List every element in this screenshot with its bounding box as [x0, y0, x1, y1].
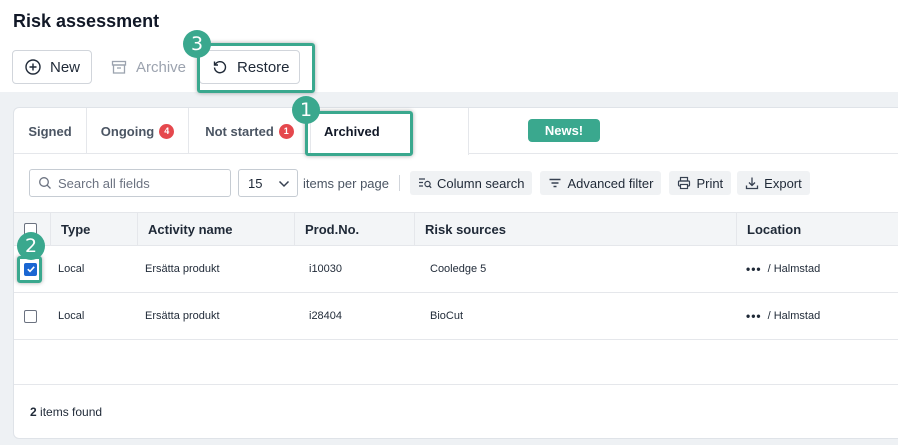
archive-button-label: Archive — [136, 58, 187, 76]
printer-icon — [677, 176, 691, 190]
new-button-label: New — [50, 58, 81, 76]
column-label: Prod.No. — [305, 222, 360, 237]
print-label: Print — [696, 175, 724, 191]
count-badge: 4 — [159, 123, 175, 139]
table-header: Type Activity name Prod.No. Risk sources… — [14, 212, 898, 246]
search-icon — [38, 176, 52, 190]
tab-archived[interactable]: Archived — [311, 108, 469, 155]
location-label: / Halmstad — [767, 263, 821, 275]
cell-prod-no: i28404 — [309, 310, 343, 322]
toolbar: New Archive Restore — [12, 50, 300, 85]
per-page-select[interactable]: 15 — [238, 169, 298, 197]
search-placeholder: Search all fields — [58, 175, 150, 191]
step-1-marker: 1 — [292, 96, 320, 124]
column-header-prod-no[interactable]: Prod.No. — [294, 213, 414, 246]
column-label: Type — [61, 222, 91, 237]
tab-label: Signed — [28, 123, 72, 139]
location-path-dots[interactable]: ••• — [746, 309, 762, 323]
step-3-marker: 3 — [183, 30, 211, 58]
cell-risk-sources: Cooledge 5 — [430, 263, 487, 275]
check-icon — [26, 266, 35, 273]
export-button[interactable]: Export — [737, 171, 810, 195]
column-search-label: Column search — [437, 175, 525, 191]
export-label: Export — [764, 175, 802, 191]
cell-prod-no: i10030 — [309, 263, 343, 275]
plus-circle-icon — [25, 59, 41, 75]
row-checkbox[interactable] — [24, 262, 37, 276]
column-label: Risk sources — [425, 222, 506, 237]
column-header-location[interactable]: Location — [736, 213, 898, 246]
news-badge[interactable]: News! — [528, 119, 600, 142]
tab-label: Archived — [324, 124, 380, 139]
cell-activity[interactable]: Ersätta produkt — [145, 293, 220, 339]
page-title: Risk assessment — [13, 11, 160, 31]
search-input[interactable]: Search all fields — [29, 169, 231, 197]
column-header-type[interactable]: Type — [50, 213, 137, 246]
status-tabs: Signed Ongoing 4 Not started 1 Archived — [14, 108, 898, 155]
tab-signed[interactable]: Signed — [14, 108, 87, 154]
column-search-icon — [418, 176, 432, 190]
restore-button-label: Restore — [237, 58, 290, 76]
tab-label: Ongoing — [100, 123, 155, 139]
cell-type: Local — [58, 310, 85, 322]
column-label: Activity name — [148, 222, 233, 237]
row-select-cell — [24, 293, 37, 339]
location-label: / Halmstad — [767, 310, 821, 322]
archive-button[interactable]: Archive — [98, 50, 189, 84]
divider — [399, 175, 400, 191]
restore-button[interactable]: Restore — [199, 50, 300, 84]
archive-box-icon — [111, 59, 127, 75]
advanced-filter-button[interactable]: Advanced filter — [540, 171, 662, 195]
tab-label: Not started — [205, 123, 274, 139]
table-row[interactable]: Local Ersätta produkt i10030 Cooledge 5 … — [14, 246, 898, 293]
location-path-dots[interactable]: ••• — [746, 262, 762, 276]
cell-location: ••• / Halmstad — [746, 246, 820, 292]
new-button[interactable]: New — [12, 50, 92, 84]
column-header-risk-sources[interactable]: Risk sources — [414, 213, 736, 246]
per-page-value: 15 — [248, 175, 263, 191]
print-button[interactable]: Print — [669, 171, 732, 195]
items-found-label: items found — [40, 405, 103, 419]
cell-location: ••• / Halmstad — [746, 293, 820, 339]
step-2-marker: 2 — [17, 232, 45, 260]
column-label: Location — [747, 222, 802, 237]
cell-type: Local — [58, 263, 85, 275]
footer-divider — [14, 384, 898, 385]
items-found-text: 2 items found — [30, 405, 102, 419]
per-page-label: items per page — [303, 175, 389, 191]
download-icon — [745, 176, 759, 190]
cell-activity[interactable]: Ersätta produkt — [145, 246, 220, 292]
filter-bar: Search all fields 15 items per page Colu… — [29, 169, 818, 197]
items-count: 2 — [30, 405, 37, 419]
restore-icon — [212, 59, 228, 75]
count-badge: 1 — [278, 123, 294, 139]
advanced-filter-label: Advanced filter — [567, 175, 654, 191]
cell-risk-sources: BioCut — [430, 310, 464, 322]
tab-ongoing[interactable]: Ongoing 4 — [87, 108, 189, 154]
table-row[interactable]: Local Ersätta produkt i28404 BioCut ••• … — [14, 293, 898, 340]
chevron-down-icon — [278, 176, 290, 191]
row-checkbox[interactable] — [24, 309, 37, 323]
column-header-activity-name[interactable]: Activity name — [137, 213, 294, 246]
column-search-button[interactable]: Column search — [410, 171, 533, 195]
filter-icon — [548, 176, 562, 190]
